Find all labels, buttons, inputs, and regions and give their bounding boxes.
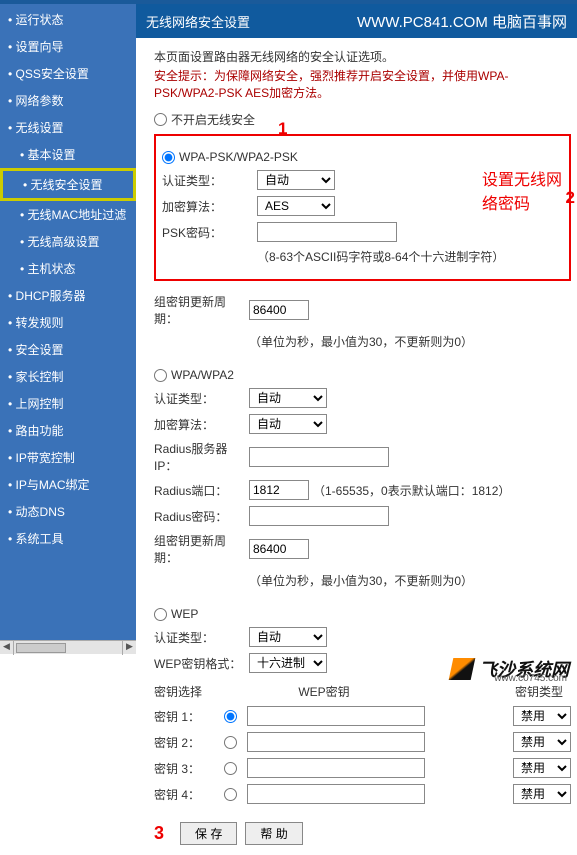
radio-wep-key-3[interactable] bbox=[224, 762, 237, 775]
radio-wep-key-4[interactable] bbox=[224, 788, 237, 801]
select-wep-keytype-1[interactable]: 禁用 bbox=[513, 706, 571, 726]
label-radius-pw: Radius密码： bbox=[154, 508, 249, 525]
page-title: 无线网络安全设置 bbox=[146, 12, 250, 31]
sidebar-item-access[interactable]: 上网控制 bbox=[0, 390, 136, 417]
main-panel: 无线网络安全设置 WWW.PC841.COM 电脑百事网 本页面设置路由器无线网… bbox=[136, 4, 577, 640]
sidebar-item-network[interactable]: 网络参数 bbox=[0, 87, 136, 114]
select-auth-type[interactable]: 自动 bbox=[257, 170, 335, 190]
input-wep-key-4[interactable] bbox=[247, 784, 425, 804]
label-wep-key-header: WEP密钥 bbox=[224, 683, 424, 700]
sidebar-item-system[interactable]: 系统工具 bbox=[0, 525, 136, 552]
rekey-hint: （单位为秒，最小值为30，不更新则为0） bbox=[249, 333, 473, 350]
brand-logo-icon bbox=[449, 658, 476, 680]
label-rekey: 组密钥更新周期： bbox=[154, 293, 249, 327]
scroll-left-icon[interactable]: ◀ bbox=[0, 641, 14, 655]
label-key-type: 密钥类型 bbox=[424, 683, 571, 700]
radio-wpa[interactable] bbox=[154, 369, 167, 382]
label-wpa: WPA/WPA2 bbox=[171, 368, 234, 382]
sidebar-item-forward[interactable]: 转发规则 bbox=[0, 309, 136, 336]
sidebar-item-status[interactable]: 运行状态 bbox=[0, 6, 136, 33]
label-wpa-enc: 加密算法： bbox=[154, 416, 249, 433]
sidebar-item-ipmac[interactable]: IP与MAC绑定 bbox=[0, 471, 136, 498]
sidebar-item-parental[interactable]: 家长控制 bbox=[0, 363, 136, 390]
sidebar-sub-security[interactable]: 无线安全设置 bbox=[0, 168, 136, 201]
brand-url: www.c0745.com bbox=[494, 673, 567, 684]
select-wpa-auth[interactable]: 自动 bbox=[249, 388, 327, 408]
label-wpa-psk: WPA-PSK/WPA2-PSK bbox=[179, 150, 298, 164]
sidebar-item-qss[interactable]: QSS安全设置 bbox=[0, 60, 136, 87]
sidebar-item-routing[interactable]: 路由功能 bbox=[0, 417, 136, 444]
select-enc-alg[interactable]: AES bbox=[257, 196, 335, 216]
label-wep-key-2: 密钥 2： bbox=[154, 734, 224, 751]
input-radius-ip[interactable] bbox=[249, 447, 389, 467]
label-enc-alg: 加密算法： bbox=[162, 198, 257, 215]
label-key-select: 密钥选择 bbox=[154, 683, 224, 700]
radio-wep-key-2[interactable] bbox=[224, 736, 237, 749]
scroll-right-icon[interactable]: ▶ bbox=[122, 641, 136, 655]
intro-warning: 安全提示：为保障网络安全，强烈推荐开启安全设置，并使用WPA-PSK/WPA2-… bbox=[154, 67, 571, 101]
select-wpa-enc[interactable]: 自动 bbox=[249, 414, 327, 434]
label-wep-fmt: WEP密钥格式： bbox=[154, 655, 249, 672]
input-psk-password[interactable] bbox=[257, 222, 397, 242]
sidebar-item-wireless[interactable]: 无线设置 bbox=[0, 114, 136, 141]
label-wep-key-3: 密钥 3： bbox=[154, 760, 224, 777]
sidebar-sub-advanced[interactable]: 无线高级设置 bbox=[0, 228, 136, 255]
sidebar-item-security[interactable]: 安全设置 bbox=[0, 336, 136, 363]
label-auth-type: 认证类型： bbox=[162, 172, 257, 189]
sidebar: 运行状态 设置向导 QSS安全设置 网络参数 无线设置 基本设置 无线安全设置 … bbox=[0, 4, 136, 640]
label-wpa-auth: 认证类型： bbox=[154, 390, 249, 407]
sidebar-item-wizard[interactable]: 设置向导 bbox=[0, 33, 136, 60]
input-wep-key-1[interactable] bbox=[247, 706, 425, 726]
radius-port-hint: （1-65535，0表示默认端口：1812） bbox=[313, 482, 510, 499]
radio-wpa-psk[interactable] bbox=[162, 151, 175, 164]
scroll-thumb[interactable] bbox=[16, 643, 66, 653]
select-wep-keytype-3[interactable]: 禁用 bbox=[513, 758, 571, 778]
label-wep-key-1: 密钥 1： bbox=[154, 708, 224, 725]
wpa-rekey-hint: （单位为秒，最小值为30，不更新则为0） bbox=[249, 572, 473, 589]
label-wep-key-4: 密钥 4： bbox=[154, 786, 224, 803]
save-button[interactable]: 保 存 bbox=[180, 822, 237, 845]
sidebar-sub-basic[interactable]: 基本设置 bbox=[0, 141, 136, 168]
page-header: 无线网络安全设置 WWW.PC841.COM 电脑百事网 bbox=[136, 4, 577, 38]
input-rekey[interactable] bbox=[249, 300, 309, 320]
select-wep-auth[interactable]: 自动 bbox=[249, 627, 327, 647]
sidebar-sub-hoststatus[interactable]: 主机状态 bbox=[0, 255, 136, 282]
select-wep-keytype-2[interactable]: 禁用 bbox=[513, 732, 571, 752]
input-wep-key-3[interactable] bbox=[247, 758, 425, 778]
sidebar-item-qos[interactable]: IP带宽控制 bbox=[0, 444, 136, 471]
radio-security-off[interactable] bbox=[154, 113, 167, 126]
input-radius-pw[interactable] bbox=[249, 506, 389, 526]
wpa-psk-section: WPA-PSK/WPA2-PSK 认证类型： 自动 加密算法： AES PSK密… bbox=[154, 134, 571, 281]
select-wep-keytype-4[interactable]: 禁用 bbox=[513, 784, 571, 804]
help-button[interactable]: 帮 助 bbox=[245, 822, 302, 845]
intro-desc: 本页面设置路由器无线网络的安全认证选项。 bbox=[154, 48, 571, 65]
header-brand: WWW.PC841.COM 电脑百事网 bbox=[357, 11, 567, 32]
label-wep-auth: 认证类型： bbox=[154, 629, 249, 646]
label-radius-ip: Radius服务器IP： bbox=[154, 440, 249, 474]
radio-wep[interactable] bbox=[154, 608, 167, 621]
label-wep: WEP bbox=[171, 607, 198, 621]
label-security-off: 不开启无线安全 bbox=[171, 111, 255, 128]
sidebar-sub-macfilter[interactable]: 无线MAC地址过滤 bbox=[0, 201, 136, 228]
annotation-3: 3 bbox=[154, 823, 164, 844]
input-wpa-rekey[interactable] bbox=[249, 539, 309, 559]
label-wpa-rekey: 组密钥更新周期： bbox=[154, 532, 249, 566]
sidebar-scrollbar[interactable]: ◀ ▶ bbox=[0, 640, 136, 654]
sidebar-item-ddns[interactable]: 动态DNS bbox=[0, 498, 136, 525]
psk-hint: （8-63个ASCII码字符或8-64个十六进制字符） bbox=[257, 248, 504, 265]
select-wep-fmt[interactable]: 十六进制 bbox=[249, 653, 327, 673]
input-wep-key-2[interactable] bbox=[247, 732, 425, 752]
label-radius-port: Radius端口： bbox=[154, 482, 249, 499]
label-psk-password: PSK密码： bbox=[162, 224, 257, 241]
sidebar-item-dhcp[interactable]: DHCP服务器 bbox=[0, 282, 136, 309]
input-radius-port[interactable] bbox=[249, 480, 309, 500]
radio-wep-key-1[interactable] bbox=[224, 710, 237, 723]
